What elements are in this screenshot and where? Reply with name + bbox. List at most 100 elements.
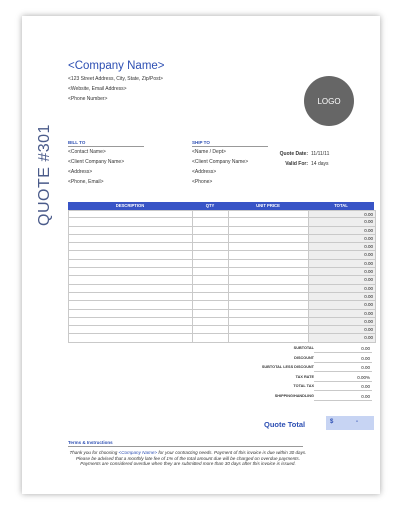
qty-cell[interactable]	[193, 243, 229, 251]
unit-price-cell[interactable]	[229, 268, 309, 276]
unit-price-cell[interactable]	[229, 301, 309, 309]
quote-date-label: Quote Date:	[279, 151, 308, 157]
discount-value[interactable]: 0.00	[314, 354, 372, 363]
ship-to-line: <Name / Dept>	[192, 149, 226, 155]
total-cell: 0.00	[309, 276, 375, 284]
description-cell[interactable]	[69, 211, 193, 218]
unit-price-cell[interactable]	[229, 276, 309, 284]
col-description: DESCRIPTION	[115, 203, 145, 208]
bill-to-line: <Client Company Name>	[68, 159, 125, 165]
table-row: 0.00	[69, 251, 375, 260]
total-cell: 0.00	[309, 234, 375, 243]
qty-cell[interactable]	[193, 334, 229, 342]
logo: LOGO	[304, 76, 354, 126]
qty-cell[interactable]	[193, 234, 229, 243]
total-cell: 0.00	[309, 292, 375, 301]
quote-total-amount: -	[356, 419, 358, 425]
total-cell: 0.00	[309, 301, 375, 309]
table-row: 0.00	[69, 276, 375, 285]
bill-to-label: BILL TO	[68, 140, 144, 147]
quote-number-text: QUOTE #301	[35, 124, 53, 226]
ship-to-line: <Address>	[192, 169, 217, 175]
table-row: 0.00	[69, 259, 375, 269]
terms-text-start: Thank you for choosing	[69, 450, 119, 455]
description-cell[interactable]	[69, 243, 193, 251]
unit-price-cell[interactable]	[229, 309, 309, 317]
unit-price-cell[interactable]	[229, 211, 309, 218]
unit-price-cell[interactable]	[229, 243, 309, 251]
ship-to-line: <Client Company Name>	[192, 159, 249, 165]
unit-price-cell[interactable]	[229, 284, 309, 292]
unit-price-cell[interactable]	[229, 234, 309, 243]
description-cell[interactable]	[69, 292, 193, 301]
table-row: 0.00	[69, 226, 375, 235]
qty-cell[interactable]	[193, 226, 229, 234]
summary-row: SUBTOTAL LESS DISCOUNT 0.00	[222, 363, 374, 373]
col-total: TOTAL	[334, 203, 348, 208]
quote-total-label: Quote Total	[264, 420, 306, 429]
description-cell[interactable]	[69, 309, 193, 317]
total-tax-value: 0.00	[314, 382, 372, 392]
qty-cell[interactable]	[193, 276, 229, 284]
table-row: 0.00	[69, 218, 375, 227]
col-qty: QTY	[205, 203, 215, 208]
qty-cell[interactable]	[193, 301, 229, 309]
unit-price-cell[interactable]	[229, 218, 309, 226]
summary-row: SUBTOTAL 0.00	[222, 344, 374, 354]
unit-price-cell[interactable]	[229, 317, 309, 326]
bill-to-line: <Phone, Email>	[68, 179, 104, 185]
total-cell: 0.00	[309, 251, 375, 259]
company-phone: <Phone Number>	[68, 96, 108, 102]
table-row: 0.00	[69, 292, 375, 302]
ship-to-label: SHIP TO	[192, 140, 268, 147]
qty-cell[interactable]	[193, 284, 229, 292]
unit-price-cell[interactable]	[229, 334, 309, 342]
qty-cell[interactable]	[193, 326, 229, 334]
unit-price-cell[interactable]	[229, 251, 309, 259]
total-cell: 0.00	[309, 309, 375, 317]
bill-to-line: <Address>	[68, 169, 93, 175]
description-cell[interactable]	[69, 301, 193, 309]
terms-label: Terms & Instructions	[68, 440, 303, 447]
description-cell[interactable]	[69, 251, 193, 259]
total-cell: 0.00	[309, 259, 375, 268]
terms-text: Thank you for choosing <Company Name> fo…	[68, 450, 308, 467]
tax-rate-value[interactable]: 0.00%	[314, 373, 372, 382]
summary-row: TAX RATE 0.00%	[222, 373, 374, 383]
table-row: 0.00	[69, 243, 375, 252]
summary-row: DISCOUNT 0.00	[222, 354, 374, 364]
description-cell[interactable]	[69, 317, 193, 326]
total-cell: 0.00	[309, 317, 375, 326]
qty-cell[interactable]	[193, 259, 229, 268]
quote-total-currency: $	[330, 419, 334, 425]
unit-price-cell[interactable]	[229, 326, 309, 334]
description-cell[interactable]	[69, 234, 193, 243]
qty-cell[interactable]	[193, 317, 229, 326]
subtotal-less-discount-value: 0.00	[314, 363, 372, 373]
total-cell: 0.00	[309, 211, 375, 218]
description-cell[interactable]	[69, 284, 193, 292]
description-cell[interactable]	[69, 334, 193, 342]
qty-cell[interactable]	[193, 218, 229, 226]
description-cell[interactable]	[69, 259, 193, 268]
unit-price-cell[interactable]	[229, 292, 309, 301]
description-cell[interactable]	[69, 276, 193, 284]
table-row: 0.00	[69, 284, 375, 293]
qty-cell[interactable]	[193, 251, 229, 259]
description-cell[interactable]	[69, 218, 193, 226]
qty-cell[interactable]	[193, 309, 229, 317]
qty-cell[interactable]	[193, 292, 229, 301]
total-cell: 0.00	[309, 268, 375, 276]
total-cell: 0.00	[309, 284, 375, 292]
table-row: 0.00	[69, 210, 375, 219]
unit-price-cell[interactable]	[229, 259, 309, 268]
qty-cell[interactable]	[193, 211, 229, 218]
table-row: 0.00	[69, 268, 375, 277]
description-cell[interactable]	[69, 326, 193, 334]
description-cell[interactable]	[69, 268, 193, 276]
unit-price-cell[interactable]	[229, 226, 309, 234]
summary-row: TOTAL TAX 0.00	[222, 382, 374, 392]
qty-cell[interactable]	[193, 268, 229, 276]
shipping-handling-value[interactable]: 0.00	[314, 392, 372, 401]
description-cell[interactable]	[69, 226, 193, 234]
